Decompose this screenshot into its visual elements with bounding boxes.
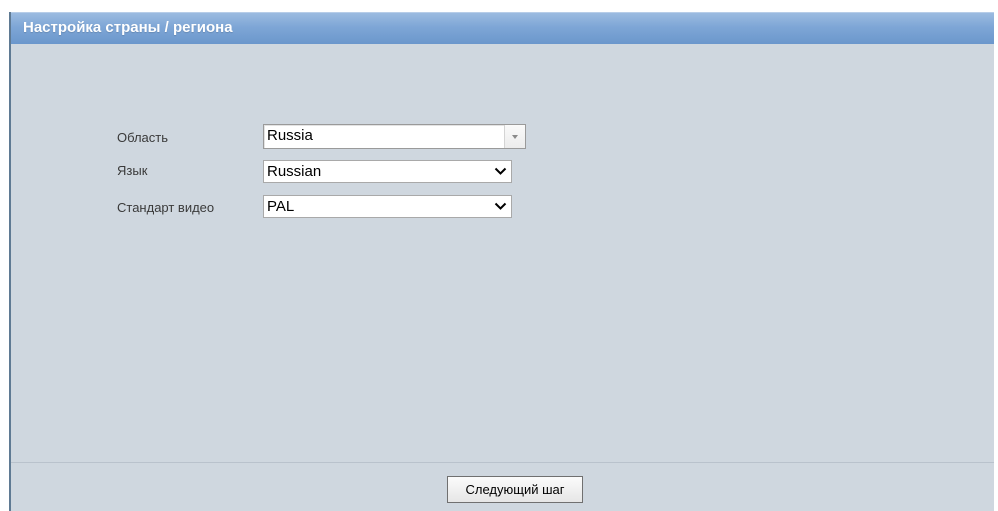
region-value: Russia (267, 127, 313, 144)
video-standard-label: Стандарт видео (117, 200, 215, 215)
panel-titlebar: Настройка страны / региона (11, 12, 994, 44)
footer-divider (11, 462, 994, 463)
panel-title: Настройка страны / региона (23, 19, 233, 36)
settings-panel: Настройка страны / региона Область Russi… (9, 12, 994, 511)
chevron-down-icon (494, 202, 507, 210)
video-standard-value: PAL (267, 198, 295, 215)
video-standard-select[interactable]: PAL (263, 195, 512, 218)
language-value: Russian (267, 163, 322, 180)
region-label: Область (117, 130, 169, 145)
dropdown-arrow-icon (512, 135, 518, 139)
language-select[interactable]: Russian (263, 160, 512, 183)
region-dropdown-button[interactable] (504, 125, 525, 148)
chevron-down-icon (494, 167, 507, 175)
region-combobox[interactable]: Russia (263, 124, 526, 149)
next-step-button[interactable]: Следующий шаг (447, 476, 583, 503)
language-label: Язык (117, 163, 148, 178)
